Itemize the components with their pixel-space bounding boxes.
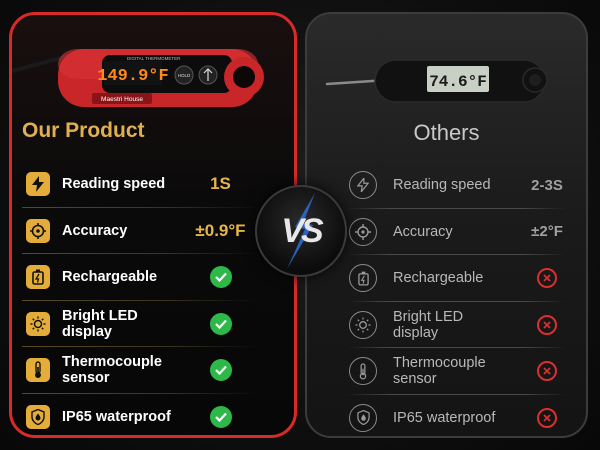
feature-row-accuracy: Accuracy ±0.9°F	[12, 208, 294, 255]
cross-icon	[537, 268, 557, 289]
feature-value: ±0.9°F	[195, 220, 246, 240]
device-model-text: DIGITAL THERMOMETER	[127, 56, 181, 61]
feature-label: Thermocouple sensor	[393, 355, 486, 388]
thermometer-icon	[26, 358, 50, 383]
feature-row-thermocouple-sensor: Thermocouple sensor	[12, 347, 294, 394]
thermometer-icon	[349, 357, 377, 386]
feature-label: Rechargeable	[62, 269, 158, 286]
feature-label: IP65 waterproof	[393, 409, 496, 426]
black-thermometer-image: 74.6°F	[325, 59, 548, 103]
battery-icon	[26, 265, 50, 290]
sun-icon	[26, 311, 50, 336]
lightning-icon	[349, 171, 377, 200]
feature-row-accuracy: Accuracy ±2°F	[307, 209, 586, 256]
red-thermometer-image: 149.9°F DIGITAL THERMOMETER HOLD Maestri…	[12, 49, 264, 107]
check-icon	[209, 312, 232, 335]
feature-value: ±2°F	[531, 223, 563, 241]
target-icon	[26, 218, 50, 243]
vs-label: VS	[281, 211, 323, 250]
feature-label: IP65 waterproof	[62, 408, 171, 425]
device-reading-display: 149.9°F	[97, 67, 168, 86]
feature-row-ip65-waterproof: IP65 waterproof	[307, 395, 586, 437]
hold-button-label: HOLD	[178, 73, 191, 78]
feature-label: Accuracy	[62, 222, 128, 239]
water-drop-shield-icon	[349, 403, 377, 432]
feature-label: Accuracy	[393, 223, 453, 240]
check-icon	[209, 405, 232, 428]
our-product-feature-list: Reading speed 1S Accuracy ±0.9°F Recharg…	[12, 161, 294, 436]
target-icon	[349, 217, 377, 246]
feature-label: Reading speed	[393, 177, 491, 194]
others-feature-list: Reading speed 2-3S Accuracy ±2°F Recharg…	[307, 162, 586, 437]
feature-label: Bright LED display	[393, 308, 464, 341]
feature-row-bright-led-display: Bright LED display	[12, 301, 294, 348]
sun-icon	[349, 310, 377, 339]
cross-icon	[537, 407, 557, 428]
feature-row-reading-speed: Reading speed 2-3S	[307, 162, 586, 209]
vs-badge: VS	[255, 185, 347, 277]
feature-label: Thermocouple sensor	[62, 354, 162, 387]
check-icon	[209, 266, 232, 289]
feature-row-rechargeable: Rechargeable	[307, 255, 586, 302]
cross-icon	[537, 314, 557, 335]
others-panel: 74.6°F Others Reading speed 2-3S Accurac…	[305, 12, 588, 438]
feature-row-reading-speed: Reading speed 1S	[12, 161, 294, 208]
feature-row-thermocouple-sensor: Thermocouple sensor	[307, 348, 586, 395]
brand-label: Maestri House	[101, 96, 143, 103]
feature-row-bright-led-display: Bright LED display	[307, 302, 586, 349]
feature-label: Reading speed	[62, 176, 166, 193]
our-product-panel: 149.9°F DIGITAL THERMOMETER HOLD Maestri…	[9, 12, 297, 438]
lightning-icon	[26, 172, 50, 197]
cross-icon	[537, 361, 557, 382]
feature-value: 2-3S	[531, 176, 563, 194]
water-drop-shield-icon	[26, 404, 50, 429]
feature-row-ip65-waterproof: IP65 waterproof	[12, 394, 294, 436]
device-reading-display: 74.6°F	[429, 73, 487, 91]
feature-value: 1S	[210, 174, 231, 194]
others-title: Others	[413, 120, 480, 145]
feature-row-rechargeable: Rechargeable	[12, 254, 294, 301]
check-icon	[209, 359, 232, 382]
feature-label: Rechargeable	[393, 270, 484, 287]
feature-label: Bright LED display	[62, 307, 138, 340]
our-product-title: Our Product	[22, 119, 145, 142]
battery-icon	[349, 264, 377, 293]
